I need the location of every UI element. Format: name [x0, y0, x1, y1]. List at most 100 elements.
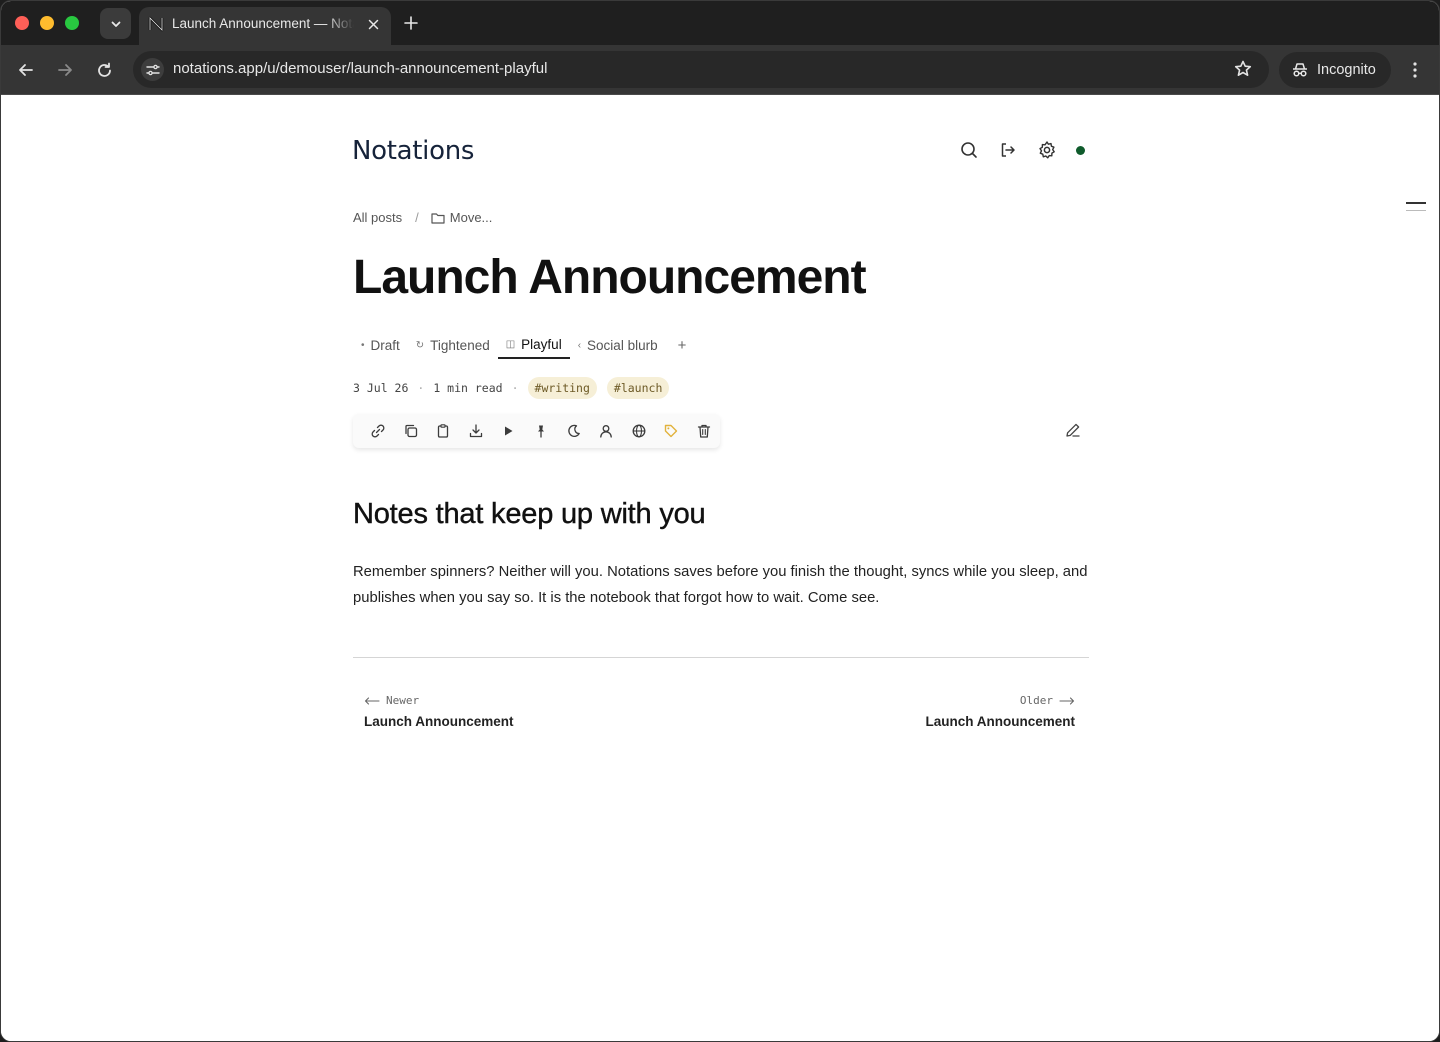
content-divider	[353, 657, 1089, 658]
arrow-left-icon	[19, 64, 33, 76]
version-tab-tightened[interactable]: ↻ Tightened	[408, 332, 498, 359]
browser-toolbar: notations.app/u/demouser/launch-announce…	[1, 45, 1439, 95]
edit-pencil-icon[interactable]	[1064, 421, 1082, 439]
older-label: Older	[1019, 694, 1053, 707]
close-window-button[interactable]	[15, 16, 29, 30]
site-info-button[interactable]	[141, 58, 164, 81]
post-meta: 3 Jul 26 · 1 min read · #writing #launch	[353, 377, 679, 399]
settings-gear-icon[interactable]	[1037, 140, 1057, 160]
meta-separator: ·	[511, 381, 519, 395]
newer-label: Newer	[386, 694, 420, 707]
back-button[interactable]	[12, 56, 40, 84]
post-title: Launch Announcement	[353, 251, 867, 304]
maximize-window-button[interactable]	[65, 16, 79, 30]
more-vertical-icon	[1413, 62, 1417, 78]
link-icon	[371, 424, 385, 438]
version-tab-social-blurb[interactable]: ‹ Social blurb	[570, 332, 666, 359]
duplicate-icon	[405, 424, 417, 438]
incognito-label: Incognito	[1317, 62, 1376, 78]
incognito-icon	[1293, 63, 1307, 77]
read-time: 1 min read	[433, 381, 503, 395]
trash-icon	[697, 424, 710, 438]
dark-mode-button[interactable]	[557, 419, 590, 443]
url-text[interactable]: notations.app/u/demouser/launch-announce…	[173, 60, 547, 77]
address-bar[interactable]: notations.app/u/demouser/launch-announce…	[133, 51, 1269, 88]
version-tab-playful[interactable]: ◫ Playful	[497, 332, 570, 359]
version-tab-label: Draft	[370, 338, 400, 353]
tag-writing[interactable]: #writing	[527, 377, 597, 399]
forward-button[interactable]	[51, 56, 79, 84]
pin-icon	[538, 425, 544, 438]
pin-button[interactable]	[525, 419, 558, 443]
tab-close-icon[interactable]	[363, 14, 383, 34]
delete-button[interactable]	[687, 419, 720, 443]
newer-post-title: Launch Announcement	[364, 714, 514, 729]
new-tab-button[interactable]	[399, 11, 423, 35]
arrow-right-icon	[1059, 696, 1075, 705]
add-version-button[interactable]: +	[666, 332, 699, 359]
tag-launch[interactable]: #launch	[606, 377, 670, 399]
tab-search-button[interactable]	[100, 8, 131, 39]
download-button[interactable]	[460, 419, 493, 443]
arrow-right-icon	[58, 64, 72, 76]
search-icon[interactable]	[959, 140, 979, 160]
present-button[interactable]	[492, 419, 525, 443]
columns-icon: ◫	[505, 339, 516, 350]
breadcrumb-separator: /	[415, 210, 419, 225]
globe-icon	[632, 424, 646, 438]
play-icon	[505, 426, 513, 436]
breadcrumb: All posts / Move...	[353, 210, 492, 225]
sign-out-icon[interactable]	[998, 140, 1018, 160]
refresh-icon: ↻	[415, 340, 425, 351]
browser-menu-button[interactable]	[1403, 57, 1427, 83]
page-content: Notations All posts / Move... Launch Ann…	[1, 96, 1439, 1041]
browser-tab-active[interactable]: Launch Announcement — Notations	[139, 7, 391, 45]
tab-strip: Launch Announcement — Notations	[1, 1, 1439, 45]
breadcrumb-all-posts-link[interactable]: All posts	[353, 210, 402, 225]
duplicate-button[interactable]	[395, 419, 428, 443]
reload-icon	[97, 62, 111, 77]
version-tab-label: Playful	[521, 337, 562, 352]
older-post-link[interactable]: Older Launch Announcement	[925, 694, 1075, 729]
post-body: Remember spinners? Neither will you. Not…	[353, 564, 1088, 606]
browser-window: Launch Announcement — Notations notation…	[0, 0, 1440, 1042]
chevron-left-icon: ‹	[577, 340, 582, 351]
older-direction: Older	[925, 694, 1075, 707]
user-icon	[600, 425, 612, 438]
tag-icon	[664, 424, 678, 438]
tags-button[interactable]	[655, 419, 688, 443]
older-post-title: Launch Announcement	[925, 714, 1075, 729]
meta-separator: ·	[417, 381, 425, 395]
side-panel-toggle[interactable]	[1406, 202, 1426, 214]
author-button[interactable]	[590, 419, 623, 443]
arrow-left-icon	[364, 696, 380, 705]
minimize-window-button[interactable]	[40, 16, 54, 30]
tab-title: Launch Announcement — Notations	[172, 16, 354, 31]
notations-favicon-icon	[148, 16, 164, 32]
chevron-down-icon	[111, 21, 120, 27]
version-tab-draft[interactable]: • Draft	[353, 332, 408, 359]
tune-icon	[145, 64, 160, 75]
post-action-toolbar	[353, 414, 720, 448]
newer-post-link[interactable]: Newer Launch Announcement	[364, 694, 514, 729]
draft-dot-icon: •	[361, 340, 365, 351]
post-heading: Notes that keep up with you	[353, 498, 706, 530]
site-logo[interactable]: Notations	[352, 136, 474, 166]
bookmark-star-icon[interactable]	[1233, 59, 1253, 79]
publish-button[interactable]	[622, 419, 655, 443]
post-date: 3 Jul 26	[353, 381, 409, 395]
move-folder-button[interactable]: Move...	[431, 210, 492, 225]
copy-to-clipboard-button[interactable]	[427, 419, 460, 443]
clipboard-icon	[438, 424, 449, 438]
plus-icon	[404, 16, 418, 30]
incognito-indicator[interactable]: Incognito	[1279, 52, 1391, 88]
version-tabs: • Draft ↻ Tightened ◫ Playful ‹ Social b…	[353, 332, 698, 360]
reload-button[interactable]	[90, 56, 118, 84]
folder-icon	[431, 212, 445, 224]
newer-direction: Newer	[364, 694, 514, 707]
download-icon	[469, 424, 483, 438]
copy-link-button[interactable]	[362, 419, 395, 443]
status-dot	[1076, 146, 1085, 155]
version-tab-label: Tightened	[430, 338, 490, 353]
version-tab-label: Social blurb	[587, 338, 658, 353]
